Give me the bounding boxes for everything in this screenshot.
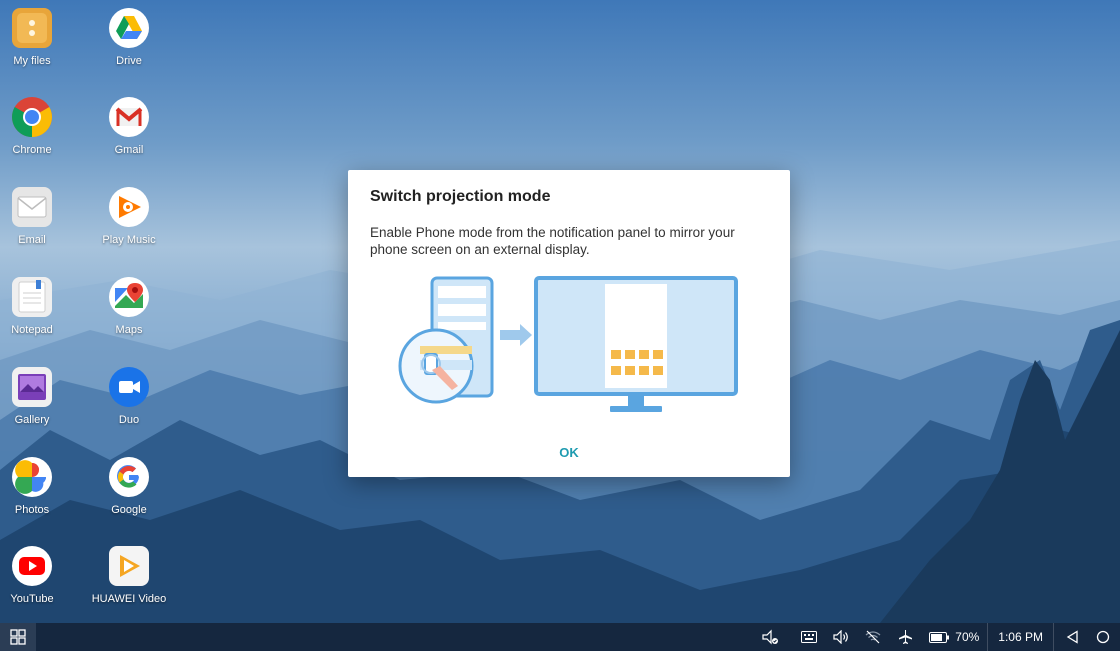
ok-button[interactable]: OK [544,438,594,466]
desktop-icon-duo[interactable]: Duo [81,366,177,426]
desktop-icon-label: Email [18,234,46,246]
battery-percent: 70% [955,630,980,644]
desktop-icon-label: Notepad [11,324,53,336]
duo-icon [108,366,150,408]
desktop-icon-gallery[interactable]: Gallery [0,366,80,426]
tray-notification-settings[interactable] [753,623,787,651]
tray-volume[interactable] [825,623,857,651]
desktop-icon-label: Play Music [102,234,156,246]
desktop-icon-photos[interactable]: Photos [0,456,80,516]
dialog-title: Switch projection mode [370,188,551,205]
photos-icon [11,456,53,498]
taskbar: 70% 1:06 PM [0,623,1120,651]
desktop-icon-notepad[interactable]: Notepad [0,276,80,336]
desktop-icon-email[interactable]: Email [0,186,80,246]
desktop: My files Drive Chrome Gmail Email Play M… [0,0,1120,651]
desktop-icon-label: Drive [116,55,142,67]
desktop-icon-label: Photos [14,504,50,516]
gmail-icon [108,96,150,138]
desktop-icon-label: Google [111,504,147,516]
notepad-icon [11,276,53,318]
projection-illustration [398,276,738,412]
switch-projection-dialog: Switch projection mode Enable Phone mode… [348,170,790,477]
desktop-icon-youtube[interactable]: YouTube [0,545,80,605]
tray-wifi[interactable] [857,623,889,651]
huawei-video-icon [108,545,150,587]
desktop-icon-maps[interactable]: Maps [81,276,177,336]
clock[interactable]: 1:06 PM [988,623,1053,651]
drive-icon [108,7,150,49]
back-button[interactable] [1054,623,1092,651]
desktop-icon-label: Gmail [114,144,144,156]
grid-icon [10,629,26,645]
tray-airplane-mode[interactable] [889,623,921,651]
back-icon [1066,630,1078,644]
desktop-icon-huawei-video[interactable]: HUAWEI Video [81,545,177,605]
email-icon [11,186,53,228]
app-launcher-button[interactable] [0,623,36,651]
keyboard-icon [801,631,818,643]
play-music-icon [108,186,150,228]
desktop-icon-label: My files [13,55,51,67]
tray-keyboard[interactable] [787,623,825,651]
desktop-icon-drive[interactable]: Drive [81,7,177,67]
desktop-icon-label: Chrome [12,144,52,156]
dialog-message: Enable Phone mode from the notification … [370,225,735,257]
desktop-icon-label: Gallery [14,414,50,426]
desktop-icon-play-music[interactable]: Play Music [81,186,177,246]
desktop-icon-label: YouTube [10,593,54,605]
maps-icon [108,276,150,318]
gallery-icon [11,366,53,408]
battery-icon [929,631,950,643]
google-icon [108,456,150,498]
chrome-icon [11,96,53,138]
notification-settings-icon [762,629,779,645]
youtube-icon [11,545,53,587]
desktop-icon-google[interactable]: Google [81,456,177,516]
home-circle-icon [1096,630,1110,644]
desktop-icon-my-files[interactable]: My files [0,7,80,67]
volume-icon [833,630,849,644]
system-tray: 70% 1:06 PM [753,623,1120,651]
airplane-icon [899,630,913,644]
wifi-icon [865,630,881,644]
desktop-icon-chrome[interactable]: Chrome [0,96,80,156]
desktop-icon-gmail[interactable]: Gmail [81,96,177,156]
tray-battery[interactable] [921,623,951,651]
desktop-icon-label: HUAWEI Video [91,593,167,605]
folder-icon [11,7,53,49]
home-button[interactable] [1092,623,1120,651]
desktop-icon-label: Duo [118,414,140,426]
desktop-icon-label: Maps [115,324,143,336]
